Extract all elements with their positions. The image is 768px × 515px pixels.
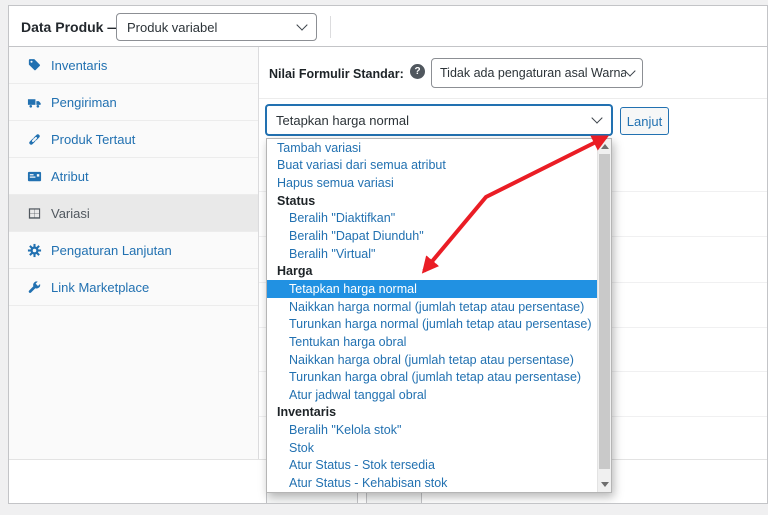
header-divider <box>330 16 331 38</box>
dropdown-option[interactable]: Stok <box>267 439 597 457</box>
dropdown-option[interactable]: Naikkan harga obral (jumlah tetap atau p… <box>267 351 597 369</box>
dropdown-option[interactable]: Tentukan harga obral <box>267 333 597 351</box>
dropdown-option[interactable]: Atur Status - Stok tersedia <box>267 457 597 475</box>
scrollbar-thumb[interactable] <box>599 154 610 469</box>
sidebar-item-label: Produk Tertaut <box>51 131 136 147</box>
dropdown-option[interactable]: Beralih "Diaktifkan" <box>267 210 597 228</box>
default-form-label: Nilai Formulir Standar: <box>269 67 404 81</box>
dropdown-scrollbar[interactable] <box>597 139 611 492</box>
scroll-down-icon[interactable] <box>601 482 609 487</box>
panel-title: Data Produk — <box>21 19 122 35</box>
link-icon <box>29 133 40 145</box>
tag-icon <box>28 58 41 70</box>
product-type-value: Produk variabel <box>127 19 218 35</box>
help-icon[interactable]: ? <box>410 64 425 79</box>
dropdown-option[interactable]: Naikkan harga normal (jumlah tetap atau … <box>267 298 597 316</box>
gear-icon <box>27 243 42 257</box>
truck-icon <box>27 98 41 108</box>
dropdown-option[interactable]: Inventaris <box>267 404 597 422</box>
sidebar-item-label: Pengaturan Lanjutan <box>51 242 172 258</box>
dropdown-option[interactable]: Beralih "Dapat Diunduh" <box>267 227 597 245</box>
chevron-down-icon <box>591 112 603 124</box>
metabox-header: Data Produk — Produk variabel <box>9 6 767 47</box>
sidebar-item-label: Variasi <box>51 205 90 221</box>
sidebar-item-label: Atribut <box>51 168 89 184</box>
sidebar-item-produk-tertaut[interactable]: Produk Tertaut <box>9 121 258 158</box>
sidebar-item-pengiriman[interactable]: Pengiriman <box>9 84 258 121</box>
page: { "panel": { "title": "Data Produk —" },… <box>0 0 768 515</box>
scroll-up-icon[interactable] <box>601 144 609 149</box>
sidebar-item-atribut[interactable]: Atribut <box>9 158 258 195</box>
dropdown-option[interactable]: Status <box>267 192 597 210</box>
sidebar-item-inventaris[interactable]: Inventaris <box>9 47 258 84</box>
sidebar-item-label: Pengiriman <box>51 94 117 110</box>
dropdown-option[interactable]: Atur Status - Kehabisan stok <box>267 474 597 492</box>
sidebar-item-label: Link Marketplace <box>51 279 150 295</box>
dropdown-options-list: Tambah variasi Buat variasi dari semua at… <box>267 139 597 492</box>
sidebar-item-label: Inventaris <box>51 57 108 73</box>
sidebar-item-link-marketplace[interactable]: Link Marketplace <box>9 269 258 306</box>
default-form-value: Tidak ada pengaturan asal Warna... <box>440 66 626 80</box>
default-form-row: Nilai Formulir Standar: ? Tidak ada peng… <box>259 47 767 99</box>
bulk-actions-value: Tetapkan harga normal <box>276 112 409 128</box>
dropdown-option[interactable]: Harga <box>267 262 597 280</box>
sidebar-item-pengaturan-lanjutan[interactable]: Pengaturan Lanjutan <box>9 232 258 269</box>
bulk-actions-select[interactable]: Tetapkan harga normal <box>266 105 612 135</box>
chevron-down-icon <box>624 65 636 77</box>
dropdown-option[interactable]: Buat variasi dari semua atribut <box>267 157 597 175</box>
card-icon <box>27 171 42 181</box>
dropdown-option[interactable]: Hapus semua variasi <box>267 174 597 192</box>
sidebar-item-variasi[interactable]: Variasi <box>9 195 258 232</box>
grid-icon <box>28 207 41 219</box>
product-data-tabs: Inventaris Pengiriman Produk Tertaut Atr… <box>9 47 259 459</box>
default-form-select[interactable]: Tidak ada pengaturan asal Warna... <box>431 58 643 88</box>
dropdown-option[interactable]: Turunkan harga obral (jumlah tetap atau … <box>267 368 597 386</box>
wrench-icon <box>28 280 41 293</box>
dropdown-option[interactable]: Atur jadwal tanggal obral <box>267 386 597 404</box>
product-data-metabox: Data Produk — Produk variabel Inventaris… <box>8 5 768 504</box>
dropdown-option[interactable]: Tetapkan harga normal <box>267 280 597 298</box>
dropdown-option[interactable]: Tambah variasi <box>267 139 597 157</box>
dropdown-option[interactable]: Turunkan harga normal (jumlah tetap atau… <box>267 315 597 333</box>
go-button[interactable]: Lanjut <box>620 107 669 135</box>
product-type-select[interactable]: Produk variabel <box>116 13 317 41</box>
dropdown-option[interactable]: Beralih "Kelola stok" <box>267 421 597 439</box>
chevron-down-icon <box>296 19 308 31</box>
dropdown-option[interactable]: Beralih "Virtual" <box>267 245 597 263</box>
bulk-actions-dropdown: Tambah variasi Buat variasi dari semua at… <box>266 138 612 493</box>
